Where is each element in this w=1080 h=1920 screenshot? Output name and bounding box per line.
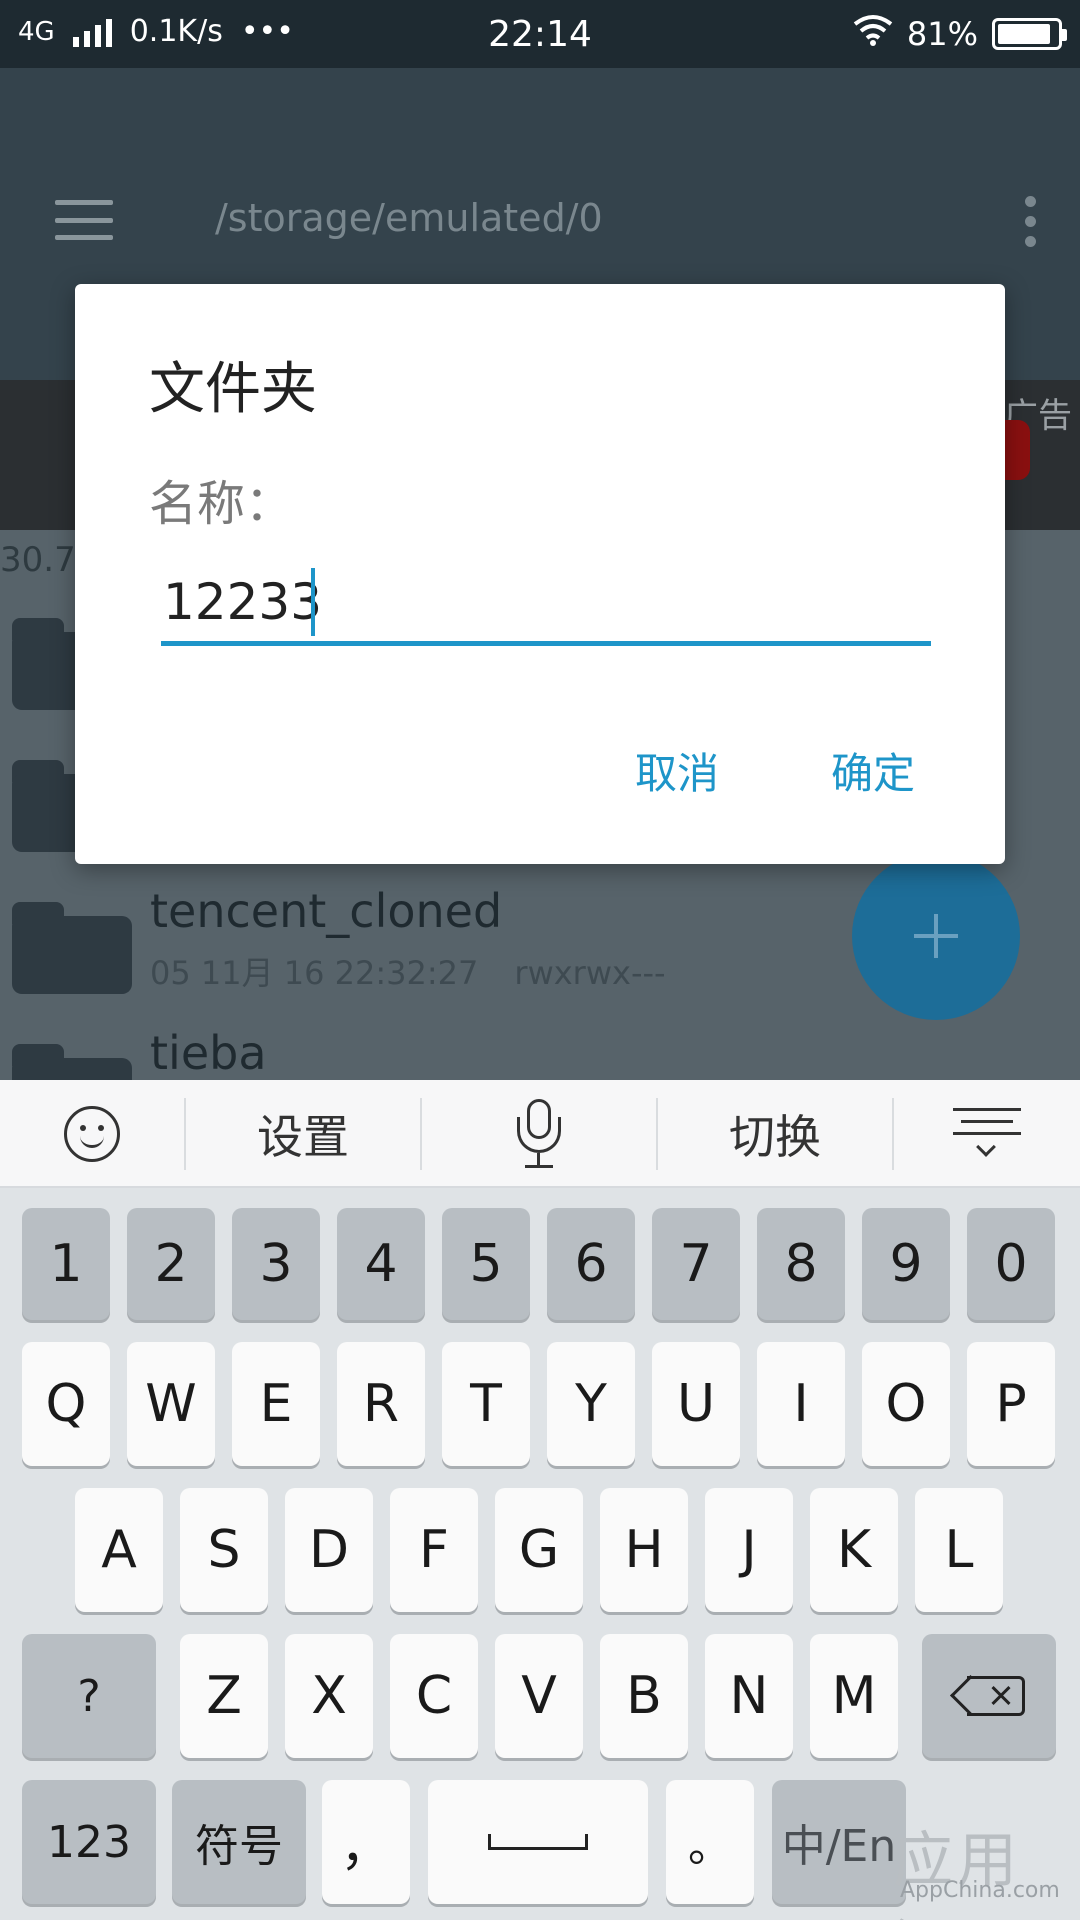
watermark-logo: 应用汇 <box>893 1826 1021 1920</box>
key-m[interactable]: M <box>810 1634 898 1758</box>
key-8[interactable]: 8 <box>757 1208 845 1320</box>
key-e[interactable]: E <box>232 1342 320 1466</box>
text-caret <box>311 568 315 636</box>
key-j[interactable]: J <box>705 1488 793 1612</box>
keyboard-toolbar: 设置 切换 <box>0 1080 1080 1188</box>
key-4[interactable]: 4 <box>337 1208 425 1320</box>
symbols-key[interactable]: 符号 <box>172 1780 306 1904</box>
key-p[interactable]: P <box>967 1342 1055 1466</box>
key-7[interactable]: 7 <box>652 1208 740 1320</box>
settings-button[interactable]: 设置 <box>186 1080 420 1188</box>
hide-keyboard-icon <box>953 1106 1021 1162</box>
keyboard: 1234567890 QWERTYUIOP ASDFGHJKL ? Z X C V B N M… <box>0 1188 1080 1920</box>
watermark-url: AppChina.com <box>900 1878 1060 1903</box>
more-options-icon[interactable] <box>1025 196 1036 247</box>
key-3[interactable]: 3 <box>232 1208 320 1320</box>
key-9[interactable]: 9 <box>862 1208 950 1320</box>
current-path: /storage/emulated/0 <box>215 196 603 240</box>
key-w[interactable]: W <box>127 1342 215 1466</box>
key-t[interactable]: T <box>442 1342 530 1466</box>
key-s[interactable]: S <box>180 1488 268 1612</box>
file-meta: 05 11月 16 22:32:27 rwxrwx--- <box>150 948 666 994</box>
language-switch-key[interactable]: 中/En <box>772 1780 906 1904</box>
key-0[interactable]: 0 <box>967 1208 1055 1320</box>
key-o[interactable]: O <box>862 1342 950 1466</box>
storage-info: 30.7 <box>0 540 76 580</box>
key-y[interactable]: Y <box>547 1342 635 1466</box>
key-c[interactable]: C <box>390 1634 478 1758</box>
key-r[interactable]: R <box>337 1342 425 1466</box>
folder-icon <box>12 902 132 994</box>
key-f[interactable]: F <box>390 1488 478 1612</box>
key-a[interactable]: A <box>75 1488 163 1612</box>
key-1[interactable]: 1 <box>22 1208 110 1320</box>
name-label: 名称： <box>149 476 294 532</box>
name-field-wrapper <box>161 564 931 646</box>
numbers-key[interactable]: 123 <box>22 1780 156 1904</box>
backspace-key[interactable] <box>922 1634 1056 1758</box>
key-v[interactable]: V <box>495 1634 583 1758</box>
wifi-icon <box>853 14 893 54</box>
key-l[interactable]: L <box>915 1488 1003 1612</box>
key-z[interactable]: Z <box>180 1634 268 1758</box>
key-k[interactable]: K <box>810 1488 898 1612</box>
emoji-button[interactable] <box>0 1080 184 1188</box>
battery-percent: 81% <box>906 15 978 53</box>
add-fab-button[interactable] <box>852 852 1020 1020</box>
menu-icon[interactable] <box>55 200 113 240</box>
switch-button[interactable]: 切换 <box>658 1080 892 1188</box>
key-u[interactable]: U <box>652 1342 740 1466</box>
status-right: 81% <box>853 14 1067 54</box>
file-permissions: rwxrwx--- <box>514 954 666 992</box>
ok-button[interactable]: 确定 <box>831 740 915 801</box>
space-key[interactable] <box>428 1780 648 1904</box>
folder-name-input[interactable] <box>161 564 931 640</box>
key-d[interactable]: D <box>285 1488 373 1612</box>
file-date: 05 11月 16 22:32:27 <box>150 954 479 992</box>
key-5[interactable]: 5 <box>442 1208 530 1320</box>
key-2[interactable]: 2 <box>127 1208 215 1320</box>
file-name: tieba <box>150 1026 267 1080</box>
microphone-icon <box>511 1099 567 1169</box>
hide-keyboard-button[interactable] <box>894 1080 1080 1188</box>
key-g[interactable]: G <box>495 1488 583 1612</box>
comma-key[interactable]: ， <box>322 1780 410 1904</box>
key-i[interactable]: I <box>757 1342 845 1466</box>
key-question[interactable]: ? <box>22 1634 156 1758</box>
key-b[interactable]: B <box>600 1634 688 1758</box>
status-bar: 4G 0.1K/s ••• 22:14 81% <box>0 0 1080 68</box>
file-name: tencent_cloned <box>150 884 503 938</box>
voice-input-button[interactable] <box>422 1080 656 1188</box>
key-q[interactable]: Q <box>22 1342 110 1466</box>
dialog-title: 文件夹 <box>149 357 317 422</box>
period-key[interactable]: 。 <box>666 1780 754 1904</box>
new-folder-dialog: 文件夹 名称： 取消 确定 <box>75 284 1005 864</box>
key-n[interactable]: N <box>705 1634 793 1758</box>
cancel-button[interactable]: 取消 <box>635 740 719 801</box>
battery-icon <box>992 18 1067 50</box>
key-h[interactable]: H <box>600 1488 688 1612</box>
backspace-icon <box>949 1674 1025 1717</box>
emoji-icon <box>64 1106 120 1162</box>
key-x[interactable]: X <box>285 1634 373 1758</box>
space-icon <box>488 1834 588 1850</box>
key-6[interactable]: 6 <box>547 1208 635 1320</box>
battery-fill <box>998 24 1050 44</box>
